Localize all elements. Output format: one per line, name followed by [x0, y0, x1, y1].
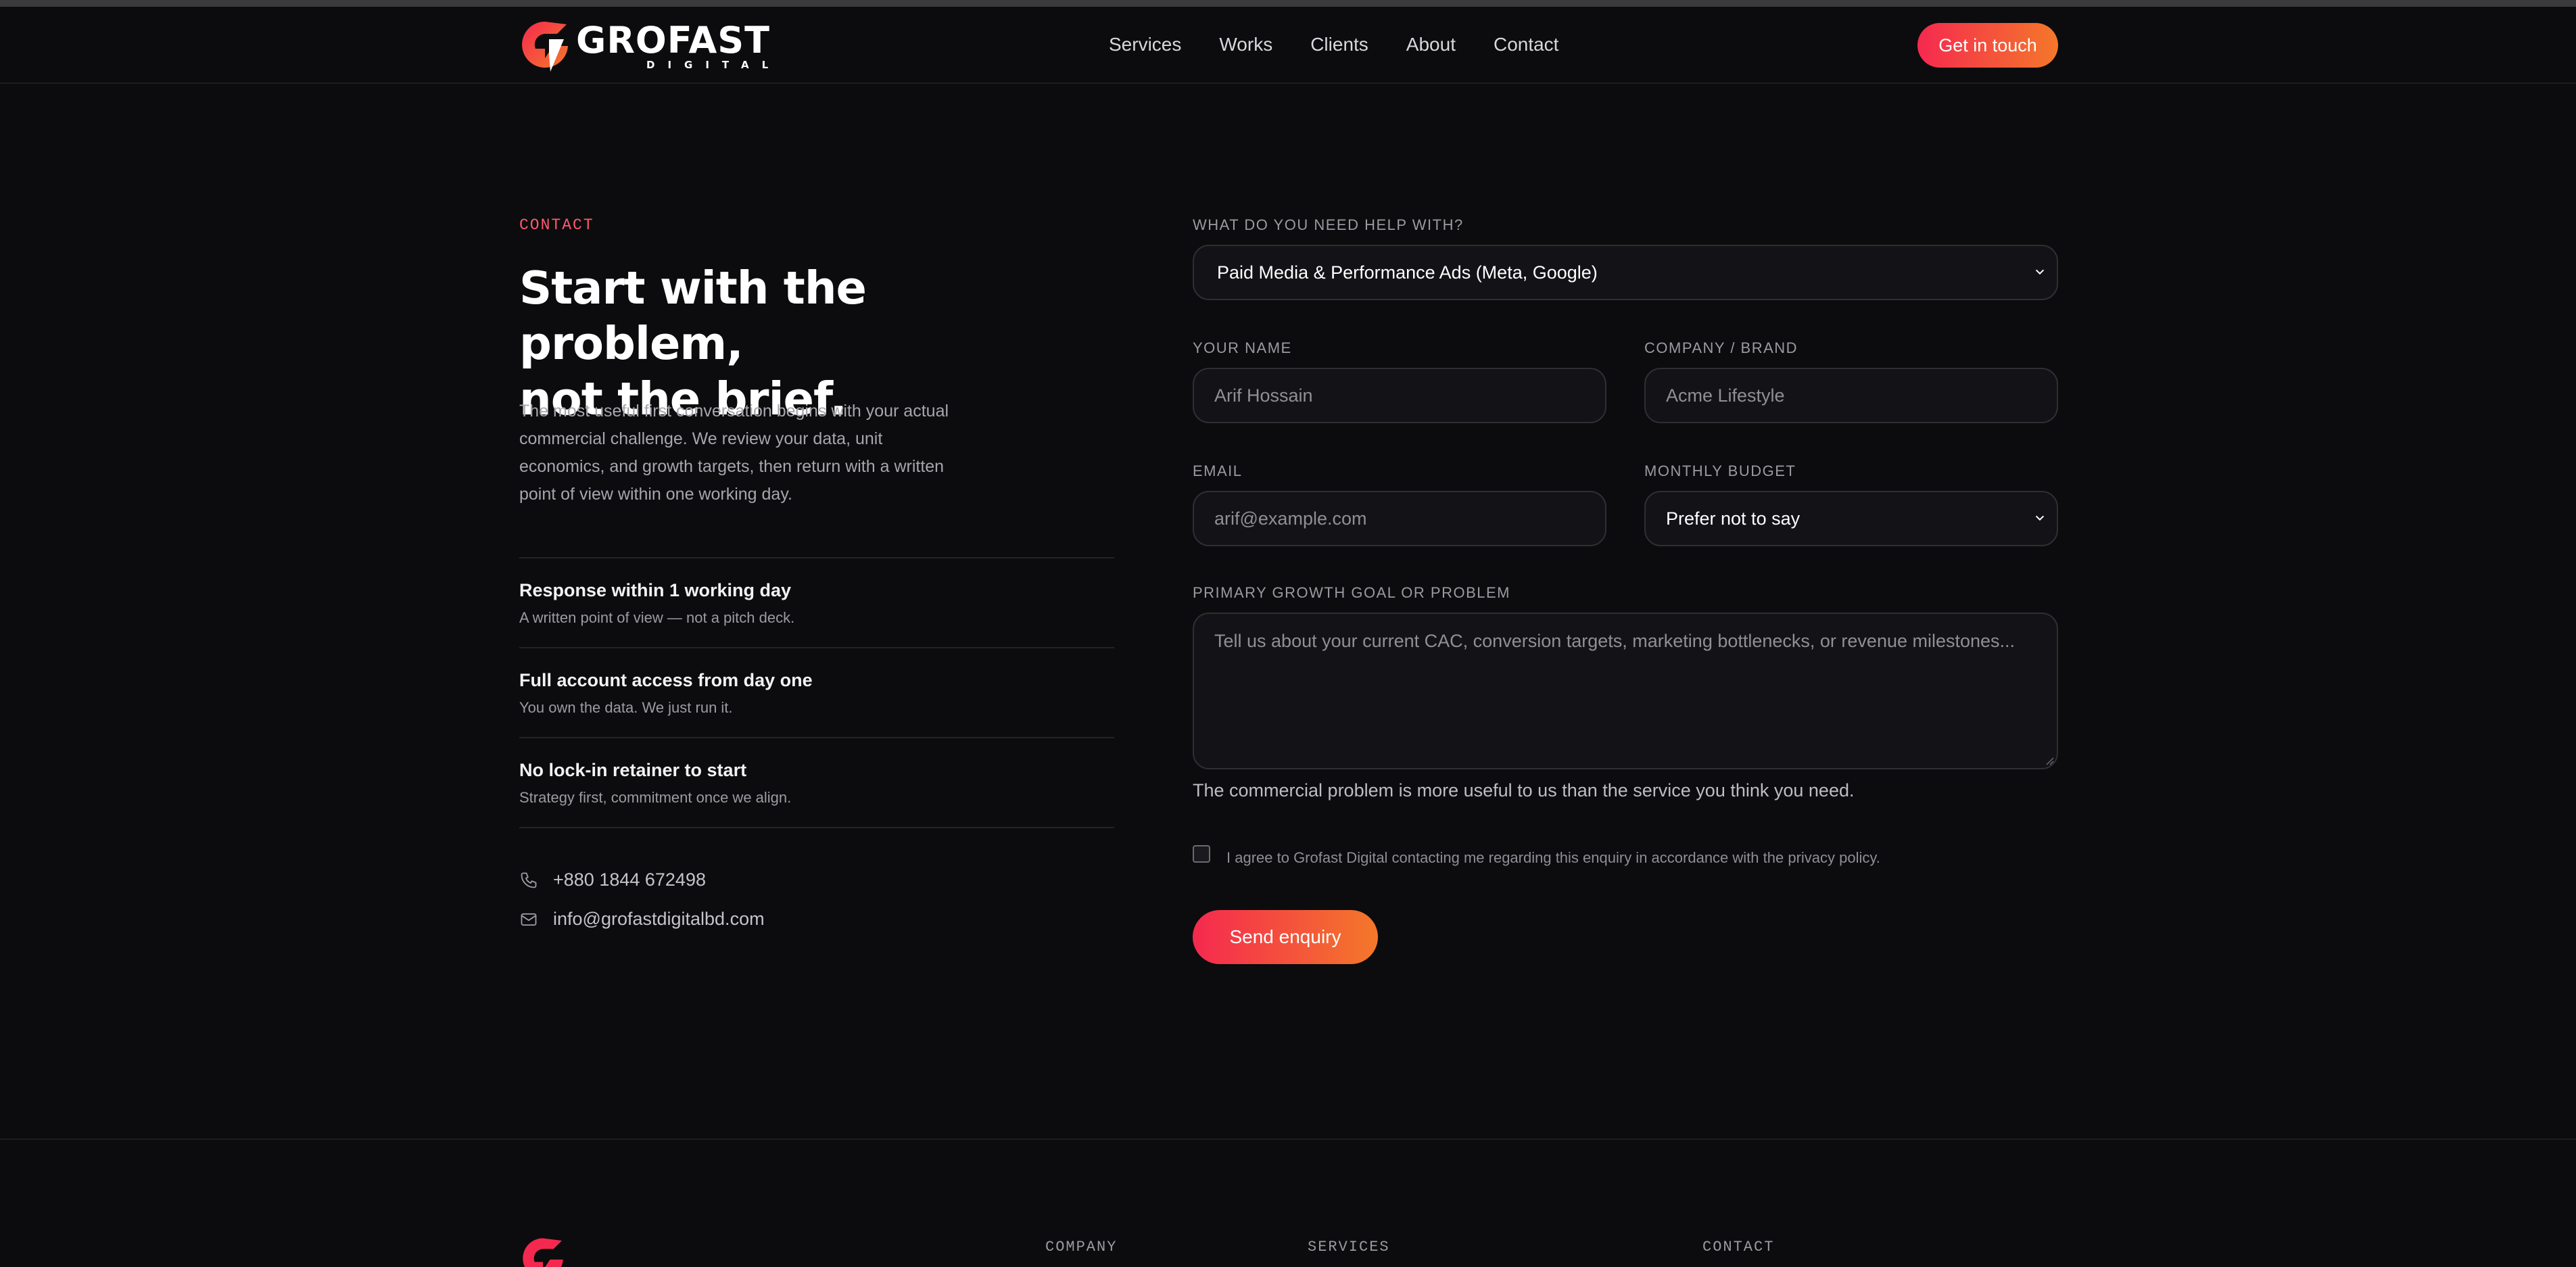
- feature-description: You own the data. We just run it.: [519, 699, 733, 716]
- consent-checkbox[interactable]: [1193, 845, 1210, 863]
- title-line-1: Start with the problem,: [519, 262, 867, 370]
- phone-icon: [521, 872, 537, 888]
- feature-title: Full account access from day one: [519, 670, 813, 690]
- feature-title: No lock-in retainer to start: [519, 760, 747, 780]
- nav-contact[interactable]: Contact: [1494, 34, 1559, 55]
- site-header: GROFAST DIGITAL Services Works Clients A…: [0, 7, 2576, 84]
- name-label: YOUR NAME: [1193, 339, 1292, 356]
- site-footer: COMPANY SERVICES CONTACT: [0, 1139, 2576, 1267]
- feature-description: A written point of view — not a pitch de…: [519, 609, 795, 626]
- brand-subname: DIGITAL: [646, 58, 782, 71]
- budget-label: MONTHLY BUDGET: [1644, 462, 1796, 479]
- name-input[interactable]: [1193, 368, 1606, 423]
- consent-label: I agree to Grofast Digital contacting me…: [1226, 849, 1880, 866]
- phone-number[interactable]: +880 1844 672498: [553, 869, 706, 890]
- feature-item: Response within 1 working day A written …: [519, 558, 1114, 648]
- brand-name: GROFAST: [576, 18, 771, 62]
- email-label: EMAIL: [1193, 462, 1243, 479]
- footer-heading-contact: CONTACT: [1702, 1239, 1775, 1256]
- section-eyebrow: CONTACT: [519, 216, 594, 234]
- budget-select-wrap: Prefer not to say: [1644, 491, 2058, 546]
- feature-item: Full account access from day one You own…: [519, 648, 1114, 738]
- help-select[interactable]: Paid Media & Performance Ads (Meta, Goog…: [1193, 245, 2058, 300]
- nav-clients[interactable]: Clients: [1310, 34, 1368, 55]
- help-select-wrap: Paid Media & Performance Ads (Meta, Goog…: [1193, 245, 2058, 300]
- feature-list: Response within 1 working day A written …: [519, 557, 1114, 828]
- email-input[interactable]: [1193, 491, 1606, 546]
- mail-icon: [521, 913, 537, 926]
- feature-item: No lock-in retainer to start Strategy fi…: [519, 738, 1114, 828]
- footer-logo-icon: [523, 1238, 563, 1267]
- footer-heading-company: COMPANY: [1045, 1239, 1118, 1256]
- goal-label: PRIMARY GROWTH GOAL OR PROBLEM: [1193, 584, 1510, 601]
- goal-textarea[interactable]: [1193, 613, 2058, 769]
- help-label: WHAT DO YOU NEED HELP WITH?: [1193, 216, 1464, 233]
- intro-paragraph: The most useful first conversation begin…: [519, 402, 949, 504]
- contact-phone: +880 1844 672498: [519, 869, 706, 890]
- feature-title: Response within 1 working day: [519, 580, 792, 600]
- browser-top-strip: [0, 0, 2576, 7]
- nav-services[interactable]: Services: [1109, 34, 1181, 55]
- email-address[interactable]: info@grofastdigitalbd.com: [553, 909, 765, 930]
- budget-select[interactable]: Prefer not to say: [1644, 491, 2058, 546]
- footer-heading-services: SERVICES: [1308, 1239, 1390, 1256]
- main-nav: Services Works Clients About Contact: [1109, 34, 1596, 55]
- send-enquiry-button[interactable]: Send enquiry: [1193, 910, 1378, 964]
- contact-email: info@grofastdigitalbd.com: [519, 909, 765, 930]
- brand-logo[interactable]: GROFAST DIGITAL: [519, 19, 781, 73]
- nav-works[interactable]: Works: [1219, 34, 1272, 55]
- grofast-logo-icon: [522, 22, 568, 72]
- nav-about[interactable]: About: [1406, 34, 1456, 55]
- feature-description: Strategy first, commitment once we align…: [519, 789, 792, 806]
- company-label: COMPANY / BRAND: [1644, 339, 1798, 356]
- company-input[interactable]: [1644, 368, 2058, 423]
- form-helper-text: The commercial problem is more useful to…: [1193, 780, 1855, 800]
- get-in-touch-button[interactable]: Get in touch: [1917, 23, 2058, 68]
